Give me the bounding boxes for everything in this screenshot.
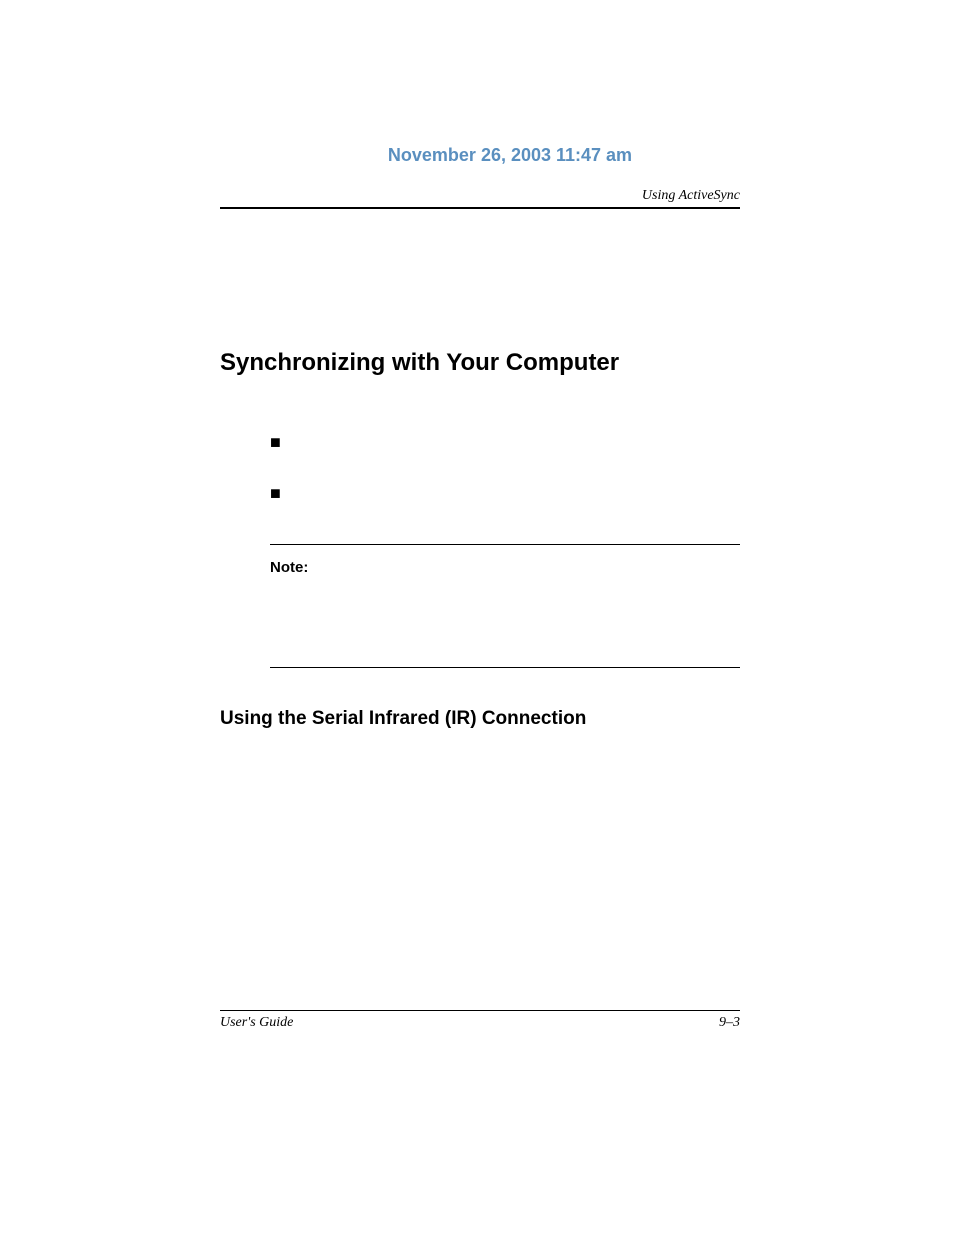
chapter-label: Using ActiveSync	[220, 188, 740, 204]
footer-left: User's Guide	[220, 1015, 293, 1031]
section-title: Synchronizing with Your Computer	[220, 349, 740, 377]
footer-row: User's Guide 9–3	[220, 1015, 740, 1031]
bullet-item: ■	[270, 483, 740, 504]
header-rule	[220, 207, 740, 209]
timestamp-header: November 26, 2003 11:47 am	[280, 145, 740, 166]
note-label: Note:	[270, 559, 308, 576]
page-footer: User's Guide 9–3	[220, 1010, 740, 1031]
page-content-area: November 26, 2003 11:47 am Using ActiveS…	[220, 145, 740, 730]
footer-rule	[220, 1010, 740, 1011]
bullet-list: ■ ■	[220, 432, 740, 504]
subsection-title: Using the Serial Infrared (IR) Connectio…	[220, 708, 740, 730]
footer-page-number: 9–3	[719, 1015, 740, 1031]
note-box: Note:	[270, 544, 740, 668]
bullet-item: ■	[270, 432, 740, 453]
